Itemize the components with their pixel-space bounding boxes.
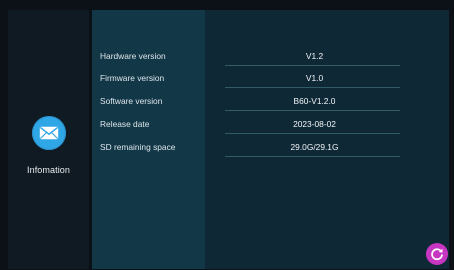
- row-divider: [225, 156, 400, 157]
- row-value: B60-V1.2.0: [293, 96, 336, 106]
- row-divider: [225, 87, 400, 88]
- row-divider: [225, 65, 400, 66]
- envelope-icon: [39, 126, 59, 140]
- row-label: Hardware version: [100, 51, 166, 61]
- row-value: 29.0G/29.1G: [290, 142, 339, 152]
- info-row-release-date: Release date 2023-08-02: [92, 113, 424, 135]
- sidebar-item-information[interactable]: [32, 116, 66, 150]
- row-label: Software version: [100, 96, 163, 106]
- info-row-hardware-version: Hardware version V1.2: [92, 45, 424, 67]
- row-label: Release date: [100, 119, 150, 129]
- row-divider: [225, 133, 400, 134]
- device-info-screen: Infomation Hardware version V1.2 Firmwar…: [0, 0, 454, 270]
- row-value: V1.0: [305, 73, 324, 83]
- row-label: SD remaining space: [100, 142, 176, 152]
- refresh-button[interactable]: [426, 243, 448, 265]
- refresh-icon: [431, 248, 443, 261]
- row-value: 2023-08-02: [293, 119, 336, 129]
- row-label: Firmware version: [100, 73, 165, 83]
- info-row-firmware-version: Firmware version V1.0: [92, 67, 424, 89]
- row-value: V1.2: [305, 51, 324, 61]
- info-row-software-version: Software version B60-V1.2.0: [92, 90, 424, 112]
- row-divider: [225, 110, 400, 111]
- sidebar-item-label: Infomation: [26, 165, 71, 175]
- info-panel: Infomation Hardware version V1.2 Firmwar…: [8, 10, 449, 269]
- info-row-sd-remaining-space: SD remaining space 29.0G/29.1G: [92, 136, 424, 158]
